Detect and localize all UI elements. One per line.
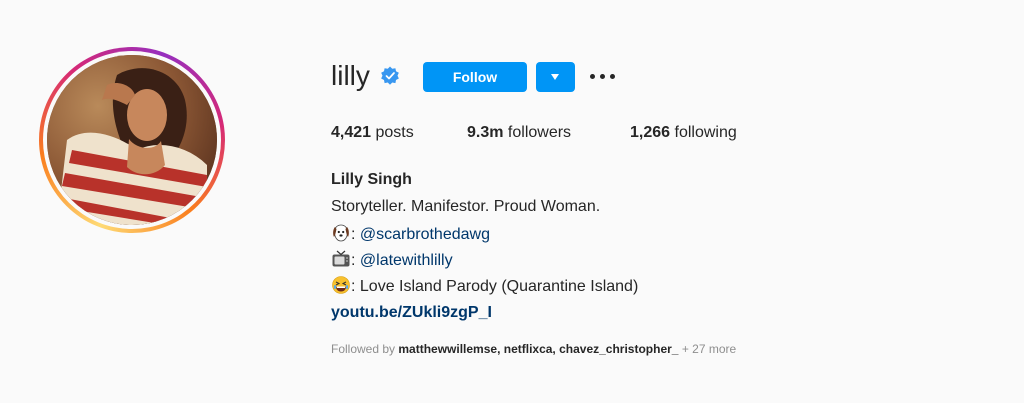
website-link[interactable]: youtu.be/ZUkli9zgP_I — [331, 304, 492, 321]
mention-link[interactable]: @scarbrothedawg — [360, 226, 490, 243]
followers-stat[interactable]: 9.3m followers — [467, 123, 571, 143]
followed-by-more: + 27 more — [678, 342, 737, 356]
posts-label: posts — [375, 124, 414, 141]
following-stat[interactable]: 1,266 following — [630, 123, 737, 143]
avatar-photo — [47, 55, 217, 225]
laughing-face-icon — [332, 276, 350, 294]
suggested-accounts-dropdown-button[interactable] — [536, 62, 575, 92]
bio-tagline: Storyteller. Manifestor. Proud Woman. — [331, 198, 601, 215]
more-options-icon[interactable] — [590, 66, 616, 88]
followed-by-names: matthewwillemse, netflixca, chavez_chris… — [398, 342, 679, 356]
story-ring[interactable] — [39, 47, 225, 233]
mention-link[interactable]: @latewithlilly — [360, 252, 453, 269]
posts-count: 4,421 — [331, 124, 372, 141]
username: lilly — [331, 60, 370, 91]
bio-website: youtu.be/ZUkli9zgP_I — [331, 303, 492, 323]
following-count: 1,266 — [630, 124, 671, 141]
following-label: following — [674, 124, 737, 141]
full-name: Lilly Singh — [331, 171, 412, 188]
followers-label: followers — [507, 124, 572, 141]
bio-line-laugh: : Love Island Parody (Quarantine Island) — [331, 275, 638, 297]
avatar[interactable] — [47, 55, 217, 225]
verified-badge-icon — [381, 66, 399, 85]
follow-button[interactable]: Follow — [423, 62, 527, 92]
followers-count: 9.3m — [467, 124, 504, 141]
television-icon — [332, 250, 350, 267]
chevron-down-icon — [551, 74, 559, 80]
followed-by[interactable]: Followed by matthewwillemse, netflixca, … — [331, 342, 736, 356]
profile-page: lilly Follow 4,421 posts 9.3m followers … — [0, 0, 1024, 403]
posts-stat: 4,421 posts — [331, 123, 414, 143]
bio-line-dog: : @scarbrothedawg — [331, 223, 490, 245]
bio-text: Love Island Parody (Quarantine Island) — [359, 278, 639, 295]
dog-face-icon — [333, 224, 349, 242]
bio-line-tv: : @latewithlilly — [331, 249, 453, 271]
